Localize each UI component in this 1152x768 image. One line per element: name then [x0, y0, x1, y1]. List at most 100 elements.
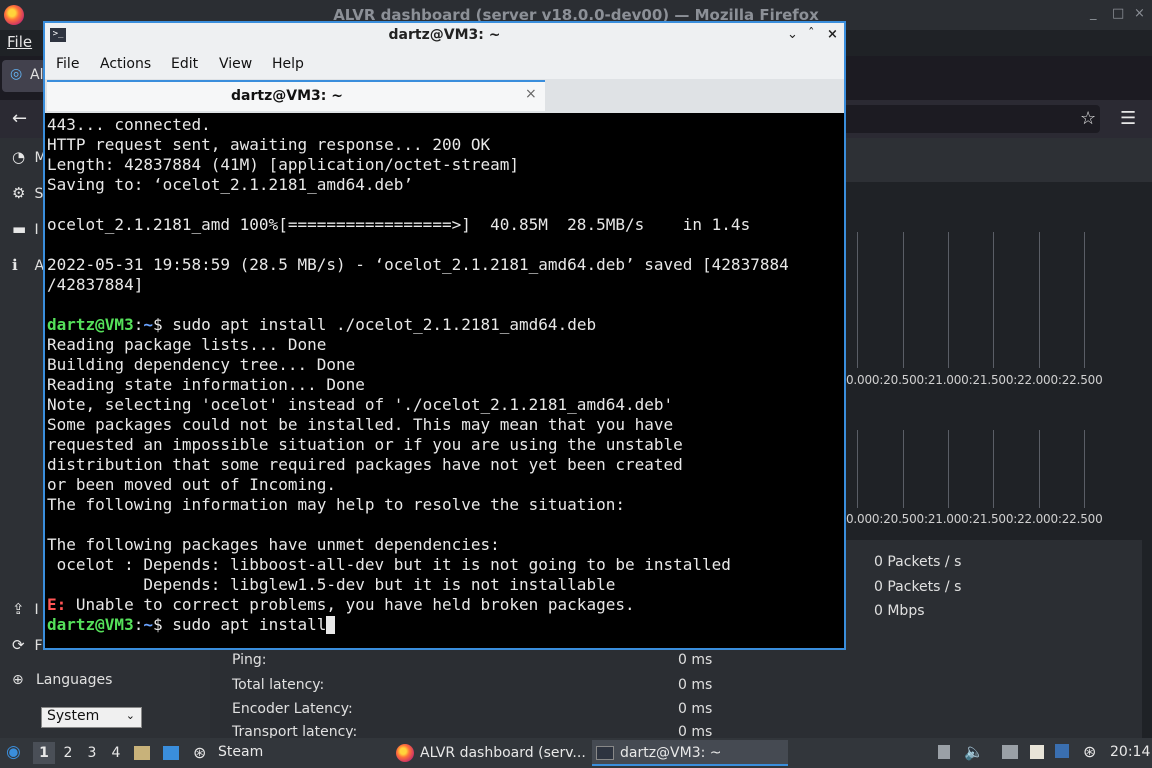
terminal-task-icon — [596, 746, 614, 760]
languages-item[interactable]: ⊕ Languages — [12, 672, 112, 688]
sidebar-item-about[interactable]: ℹ A — [12, 256, 44, 278]
sidebar-item-reload[interactable]: ⟳ F — [12, 636, 43, 658]
chevron-down-icon: ⌄ — [125, 709, 135, 722]
menu-help[interactable]: Help — [272, 56, 304, 72]
close-icon[interactable]: × — [827, 27, 838, 42]
menu-actions[interactable]: Actions — [100, 56, 151, 72]
alvr-tab-icon: ◎ — [10, 66, 23, 82]
upload-icon: ⇪ — [12, 600, 25, 618]
error-message: Unable to correct problems, you have hel… — [66, 595, 635, 614]
steam-launcher-label[interactable]: Steam — [218, 744, 263, 760]
languages-label: Languages — [36, 672, 113, 688]
graph-gridline — [903, 430, 904, 508]
settings-icon: ⚙ — [12, 184, 26, 202]
clock[interactable]: 20:14 — [1110, 744, 1150, 760]
packets-received-rate: 0 Packets / s — [874, 554, 962, 570]
error-prefix: E: — [47, 595, 67, 614]
clipboard-icon[interactable] — [1030, 744, 1044, 760]
back-arrow-icon[interactable]: ← — [12, 108, 27, 129]
terminal-line: The following packages have unmet depend… — [47, 535, 500, 554]
steam-icon: ⊛ — [193, 743, 207, 762]
packets-sent-rate: 0 Packets / s — [874, 579, 962, 595]
terminal-line: ocelot : Depends: libboost-all-dev but i… — [47, 555, 731, 574]
graph-gridline — [1084, 232, 1085, 368]
terminal-line: Length: 42837884 (41M) [application/octe… — [47, 155, 520, 174]
sidebar-item-dashboard[interactable]: ◔ M — [12, 148, 47, 170]
graph-gridline — [1084, 430, 1085, 508]
stats-clip: Transport latency: 0 ms — [210, 724, 1142, 738]
task-terminal[interactable]: dartz@VM3: ~ — [592, 740, 788, 766]
graph2-axis-labels: 0.000:20.500:21.000:21.500:22.000:22.500 — [846, 512, 1103, 526]
terminal-line: ocelot_2.1.2181_amd 100%[===============… — [47, 215, 751, 234]
prompt-path: ~ — [143, 615, 153, 634]
minimize-icon[interactable]: _ — [1090, 6, 1097, 21]
prompt-user: dartz@VM3 — [47, 315, 134, 334]
terminal-line: dartz@VM3:~$ sudo apt install — [47, 615, 336, 635]
app-launcher-icon[interactable]: ◉ — [6, 742, 21, 762]
installation-icon: ▬ — [12, 220, 27, 238]
command-text: $ sudo apt install — [152, 615, 327, 634]
terminal-window: >_ dartz@VM3: ~ ⌄ ˆ × File Actions Edit … — [43, 21, 846, 650]
tab-close-icon[interactable]: × — [525, 86, 537, 102]
command-text: $ sudo apt install ./ocelot_2.1.2181_amd… — [152, 315, 597, 334]
browser-tab-alvr[interactable]: ◎ Al — [2, 60, 46, 92]
terminal-titlebar[interactable]: >_ dartz@VM3: ~ ⌄ ˆ × — [45, 23, 844, 49]
task-label: ALVR dashboard (serv... — [420, 745, 586, 761]
sidebar-item-settings[interactable]: ⚙ S — [12, 184, 43, 206]
browser-tab-label: Al — [30, 67, 44, 83]
close-icon[interactable]: × — [1134, 6, 1145, 21]
graph-gridline — [993, 430, 994, 508]
volume-icon[interactable]: 🔈 — [964, 742, 984, 761]
bitrate-value: 0 Mbps — [874, 603, 925, 619]
terminal-line: Reading state information... Done — [47, 375, 365, 394]
network-icon[interactable] — [1002, 744, 1018, 760]
firefox-menubar: File — [0, 30, 44, 56]
globe-icon: ⊕ — [12, 672, 24, 688]
terminal-line: Some packages could not be installed. Th… — [47, 415, 674, 434]
sidebar-item-label: I — [34, 602, 39, 618]
graph-gridline — [857, 232, 858, 368]
workspace-2[interactable]: 2 — [57, 742, 79, 764]
stat-total-latency-value: 0 ms — [678, 677, 713, 693]
workspace-1[interactable]: 1 — [33, 742, 55, 764]
minimize-icon[interactable]: ⌄ — [787, 27, 798, 42]
sidebar-item-installation[interactable]: ▬ I — [12, 220, 39, 242]
maximize-icon[interactable]: ˆ — [808, 27, 815, 42]
language-select[interactable]: System ⌄ — [41, 707, 142, 728]
sidebar-item-import[interactable]: ⇪ I — [12, 600, 39, 622]
reload-icon: ⟳ — [12, 636, 25, 654]
terminal-tab[interactable]: dartz@VM3: ~ × — [47, 80, 545, 111]
stat-transport-latency-value: 0 ms — [678, 724, 713, 738]
prompt-colon: : — [133, 615, 144, 634]
terminal-line: Note, selecting 'ocelot' instead of './o… — [47, 395, 674, 414]
terminal-line: dartz@VM3:~$ sudo apt install ./ocelot_2… — [47, 315, 596, 335]
show-desktop-icon[interactable] — [163, 745, 179, 761]
url-bar[interactable] — [840, 105, 1100, 133]
notification-icon[interactable] — [1055, 743, 1069, 759]
steam-tray-icon[interactable]: ⊛ — [1083, 742, 1096, 761]
stat-total-latency-label: Total latency: — [232, 677, 325, 693]
menu-edit[interactable]: Edit — [171, 56, 198, 72]
menu-view[interactable]: View — [219, 56, 252, 72]
file-manager-icon[interactable] — [134, 745, 150, 761]
task-firefox[interactable]: ALVR dashboard (serv... — [392, 740, 588, 766]
bookmark-star-icon[interactable]: ☆ — [1080, 108, 1096, 129]
workspace-3[interactable]: 3 — [81, 742, 103, 764]
terminal-tab-label: dartz@VM3: ~ — [231, 88, 343, 104]
menu-file[interactable]: File — [56, 56, 79, 72]
stat-ping-value: 0 ms — [678, 652, 713, 668]
hamburger-menu-icon[interactable]: ☰ — [1120, 108, 1136, 129]
workspace-4[interactable]: 4 — [105, 742, 127, 764]
sidebar-item-label: I — [34, 222, 39, 238]
terminal-line: requested an impossible situation or if … — [47, 435, 683, 454]
dashboard-icon: ◔ — [12, 148, 26, 166]
tray-storage-icon[interactable] — [938, 744, 950, 760]
terminal-line: The following information may help to re… — [47, 495, 625, 514]
graph-gridline — [857, 430, 858, 508]
maximize-icon[interactable]: □ — [1112, 6, 1124, 21]
terminal-line: distribution that some required packages… — [47, 455, 683, 474]
terminal-output[interactable]: 443... connected. HTTP request sent, awai… — [47, 115, 842, 648]
menu-file[interactable]: File — [7, 33, 32, 51]
terminal-line: 2022-05-31 19:58:59 (28.5 MB/s) - ‘ocelo… — [47, 255, 789, 274]
terminal-line: Building dependency tree... Done — [47, 355, 356, 374]
